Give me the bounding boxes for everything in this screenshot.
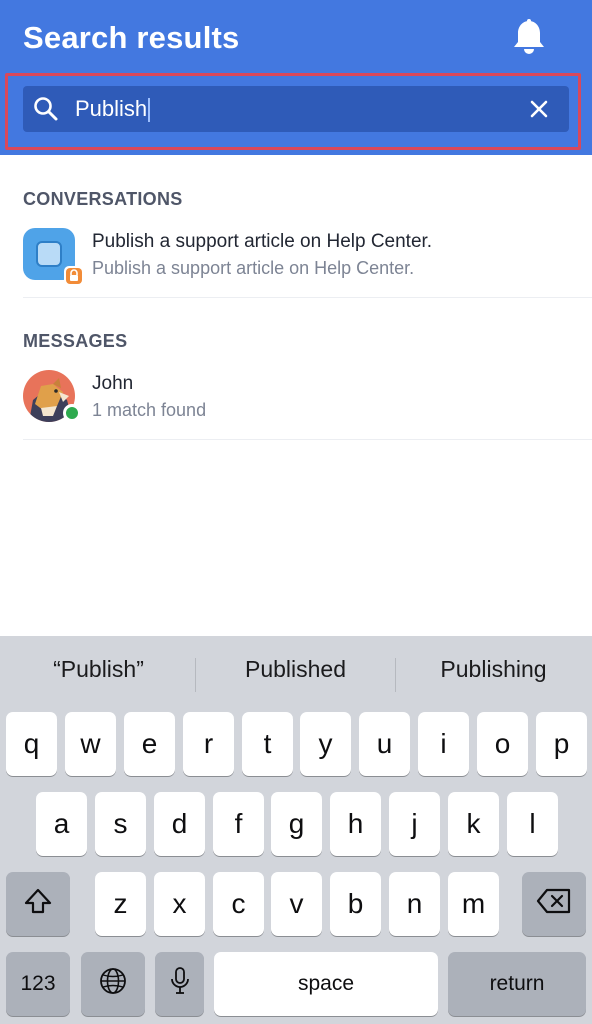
key-g[interactable]: g [271, 792, 322, 856]
message-result[interactable]: John 1 match found [23, 370, 592, 460]
bell-icon[interactable] [510, 18, 548, 58]
key-j[interactable]: j [389, 792, 440, 856]
key-k[interactable]: k [448, 792, 499, 856]
backspace-icon [536, 887, 572, 922]
divider [23, 297, 592, 298]
key-x[interactable]: x [154, 872, 205, 936]
suggestion-publishing[interactable]: Publishing [395, 656, 592, 683]
key-l[interactable]: l [507, 792, 558, 856]
suggestion-quoted[interactable]: “Publish” [0, 656, 197, 683]
key-p[interactable]: p [536, 712, 587, 776]
conversation-title: Publish a support article on Help Center… [92, 231, 433, 252]
microphone-icon [169, 966, 191, 1003]
key-h[interactable]: h [330, 792, 381, 856]
divider [23, 439, 592, 440]
space-key[interactable]: space [214, 952, 438, 1016]
text-caret [148, 98, 151, 123]
key-f[interactable]: f [213, 792, 264, 856]
app-screen: Search results Publish CONVERSATIONS Pub… [0, 0, 592, 1024]
globe-key[interactable] [81, 952, 145, 1016]
match-count: 1 match found [92, 400, 207, 420]
header-bar: Search results Publish [0, 0, 592, 155]
suggestion-published[interactable]: Published [197, 656, 394, 683]
key-m[interactable]: m [448, 872, 499, 936]
page-title: Search results [23, 20, 240, 55]
globe-icon [98, 966, 128, 1003]
key-o[interactable]: o [477, 712, 528, 776]
conversation-result[interactable]: Publish a support article on Help Center… [23, 228, 592, 318]
key-d[interactable]: d [154, 792, 205, 856]
key-y[interactable]: y [300, 712, 351, 776]
key-w[interactable]: w [65, 712, 116, 776]
conversation-snippet: Publish a support article on Help Center… [92, 258, 415, 278]
search-icon [33, 96, 59, 122]
delete-key[interactable] [522, 872, 586, 936]
key-q[interactable]: q [6, 712, 57, 776]
key-i[interactable]: i [418, 712, 469, 776]
dictation-key[interactable] [155, 952, 204, 1016]
key-z[interactable]: z [95, 872, 146, 936]
key-b[interactable]: b [330, 872, 381, 936]
section-title-messages: MESSAGES [23, 331, 128, 351]
key-n[interactable]: n [389, 872, 440, 936]
key-r[interactable]: r [183, 712, 234, 776]
key-s[interactable]: s [95, 792, 146, 856]
key-a[interactable]: a [36, 792, 87, 856]
key-t[interactable]: t [242, 712, 293, 776]
message-sender: John [92, 373, 134, 394]
section-title-conversations: CONVERSATIONS [23, 189, 183, 209]
key-v[interactable]: v [271, 872, 322, 936]
key-e[interactable]: e [124, 712, 175, 776]
search-field[interactable]: Publish [23, 86, 569, 132]
search-input[interactable]: Publish [75, 94, 151, 124]
suggestion-divider [195, 658, 196, 692]
online-status-dot [63, 404, 81, 422]
key-c[interactable]: c [213, 872, 264, 936]
keyboard: “Publish” Published Publishing q w e r t… [0, 636, 592, 1024]
close-icon[interactable] [527, 97, 551, 121]
lock-icon [64, 266, 84, 286]
shift-icon [23, 886, 53, 923]
return-key[interactable]: return [448, 952, 586, 1016]
key-u[interactable]: u [359, 712, 410, 776]
search-input-value: Publish [75, 96, 148, 121]
numbers-key[interactable]: 123 [6, 952, 70, 1016]
shift-key[interactable] [6, 872, 70, 936]
